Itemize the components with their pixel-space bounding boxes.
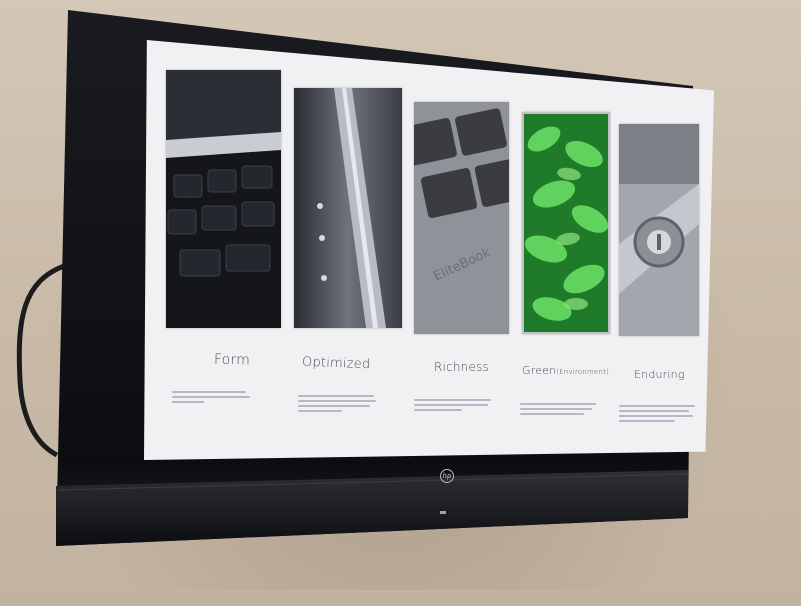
panel-description-form bbox=[172, 388, 252, 418]
brushed-metal-keys-icon: EliteBook bbox=[414, 102, 509, 334]
keyboard-closeup-icon bbox=[166, 70, 281, 328]
green-leaves-icon bbox=[524, 114, 608, 332]
panel-enduring bbox=[619, 124, 699, 336]
television: EliteBook Form Optimized Richness Green(… bbox=[48, 8, 714, 548]
panel-description-richness bbox=[414, 396, 494, 426]
panel-green bbox=[522, 112, 610, 334]
panel-optimized bbox=[294, 88, 402, 328]
panel-label-enduring: Enduring bbox=[634, 368, 685, 381]
power-indicator bbox=[440, 511, 446, 514]
panel-richness: EliteBook bbox=[414, 102, 509, 334]
panel-label-richness: Richness bbox=[434, 360, 489, 374]
panel-label-form: Form bbox=[213, 351, 251, 369]
photo-scene: EliteBook Form Optimized Richness Green(… bbox=[0, 0, 801, 606]
panel-label-green: Green(Environment) bbox=[522, 364, 610, 377]
panel-description-optimized bbox=[298, 392, 378, 422]
panel-label-optimized: Optimized bbox=[301, 354, 371, 373]
hp-logo-icon: hp bbox=[440, 469, 454, 483]
tv-screen: EliteBook Form Optimized Richness Green(… bbox=[144, 40, 714, 460]
laptop-hinge-icon bbox=[294, 88, 402, 328]
panel-form bbox=[166, 70, 281, 328]
panel-description-enduring bbox=[619, 402, 699, 432]
panel-description-green bbox=[520, 400, 600, 430]
metal-hinge-closeup-icon bbox=[619, 124, 699, 336]
